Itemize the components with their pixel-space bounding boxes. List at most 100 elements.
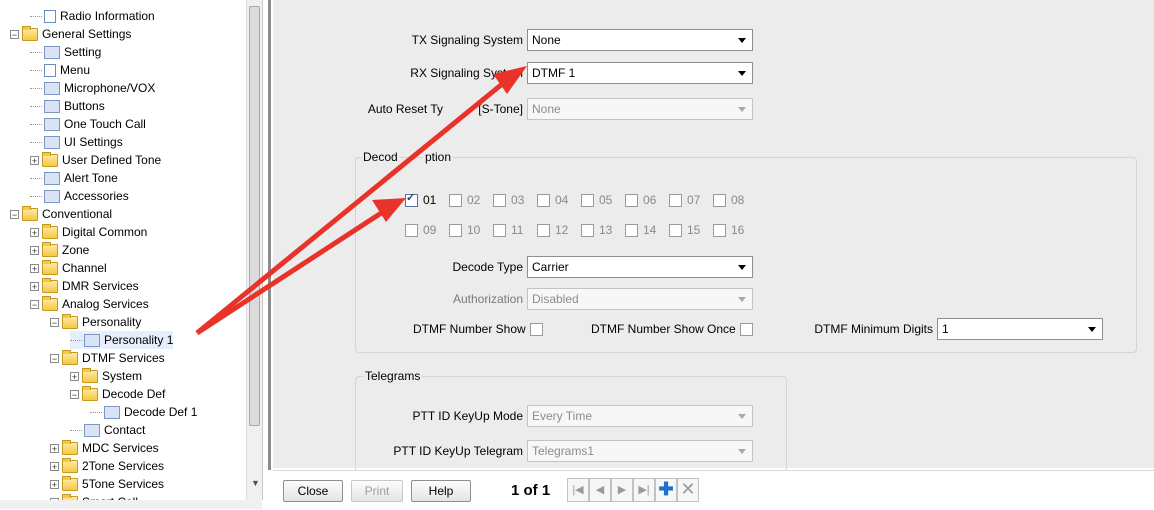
tree-item[interactable]: Accessories (30, 187, 129, 205)
checkbox-box[interactable] (581, 223, 594, 237)
expand-icon[interactable]: + (30, 245, 39, 255)
dtmf-min-digits-select[interactable]: 1 (937, 318, 1103, 340)
expand-icon[interactable]: + (70, 371, 79, 381)
checkbox-box[interactable] (493, 193, 506, 207)
tree-item[interactable]: − Analog Services (30, 295, 149, 313)
tree-item[interactable]: +5Tone Services (50, 475, 164, 493)
collapse-icon[interactable]: − (30, 299, 39, 309)
checkbox-box[interactable] (625, 223, 638, 237)
rx-signaling-select[interactable]: DTMF 1 (527, 62, 753, 84)
tree-item[interactable]: − Conventional (10, 205, 112, 223)
tree-item[interactable]: + MDC Services (50, 439, 159, 457)
checkbox-box[interactable] (669, 193, 682, 207)
tree-item[interactable]: Microphone/VOX (30, 79, 155, 97)
collapse-icon[interactable]: − (10, 209, 19, 219)
expand-icon[interactable]: + (50, 479, 59, 489)
checkbox-box[interactable] (405, 223, 418, 237)
checkbox-box[interactable] (537, 223, 550, 237)
pane-splitter[interactable] (268, 0, 271, 470)
decode-option-checkbox[interactable]: 01 (405, 191, 436, 208)
decode-option-checkbox[interactable]: 05 (581, 192, 612, 208)
checked-box-icon[interactable] (405, 191, 418, 207)
first-page-icon[interactable]: |◀ (567, 478, 589, 502)
checkbox-box[interactable] (669, 223, 682, 237)
decode-option-checkbox[interactable]: 12 (537, 222, 568, 238)
ptt-keyup-telegram-select[interactable]: Telegrams1 (527, 440, 753, 462)
tree-vertical-scrollbar[interactable]: ▼ (246, 0, 262, 500)
tree-item[interactable]: Alert Tone (30, 169, 118, 187)
expand-icon[interactable]: + (30, 281, 39, 291)
tree-item[interactable]: + DMR Services (30, 277, 139, 295)
tree-item[interactable]: + Zone (30, 241, 89, 259)
expand-icon[interactable]: + (50, 443, 59, 453)
next-page-icon[interactable]: ▶ (611, 478, 633, 502)
collapse-icon[interactable]: − (50, 317, 59, 327)
tree-item[interactable]: Buttons (30, 97, 105, 115)
decode-option-checkbox[interactable]: 09 (405, 222, 436, 238)
tree-item[interactable]: Setting (30, 43, 101, 61)
tree-item[interactable]: +Smart Call (50, 493, 138, 500)
decode-type-select[interactable]: Carrier (527, 256, 753, 278)
dtmf-number-show-box[interactable] (529, 322, 543, 336)
decode-option-checkbox[interactable]: 08 (713, 192, 744, 208)
ptt-keyup-mode-select[interactable]: Every Time (527, 405, 753, 427)
expand-icon[interactable]: + (50, 461, 59, 471)
collapse-icon[interactable]: − (50, 353, 59, 363)
decode-option-checkbox[interactable]: 11 (493, 222, 523, 238)
tree-item[interactable]: One Touch Call (30, 115, 146, 133)
decode-option-checkbox[interactable]: 04 (537, 192, 568, 208)
print-button[interactable]: Print (351, 480, 403, 502)
tree-item[interactable]: + System (70, 367, 142, 385)
checkbox-box[interactable] (449, 223, 462, 237)
scroll-down-icon[interactable]: ▼ (251, 478, 260, 488)
help-button[interactable]: Help (411, 480, 471, 502)
decode-option-checkbox[interactable]: 02 (449, 192, 480, 208)
checkbox-box[interactable] (581, 193, 594, 207)
tx-signaling-select[interactable]: None (527, 29, 753, 51)
decode-option-checkbox[interactable]: 14 (625, 222, 656, 238)
collapse-icon[interactable]: − (70, 389, 79, 399)
tree-item[interactable]: Contact (70, 421, 145, 439)
tree-item[interactable]: Radio Information (30, 7, 155, 25)
tree-item[interactable]: − Personality (50, 313, 141, 331)
decode-option-checkbox[interactable]: 03 (493, 192, 524, 208)
add-icon[interactable]: ✚ (655, 478, 677, 502)
dtmf-number-show-once-checkbox[interactable]: DTMF Number Show Once (591, 321, 758, 337)
tree-item[interactable]: +2Tone Services (50, 457, 164, 475)
collapse-icon[interactable]: − (10, 29, 19, 39)
decode-option-checkbox[interactable]: 15 (669, 222, 700, 238)
tree-item[interactable]: − General Settings (10, 25, 131, 43)
prev-page-icon[interactable]: ◀ (589, 478, 611, 502)
checkbox-box[interactable] (449, 193, 462, 207)
close-button[interactable]: Close (283, 480, 343, 502)
decode-option-checkbox[interactable]: 06 (625, 192, 656, 208)
dtmf-number-show-checkbox[interactable]: DTMF Number Show (413, 321, 548, 337)
tree-item[interactable]: + Channel (30, 259, 107, 277)
checkbox-box[interactable] (713, 223, 726, 237)
expand-icon[interactable]: + (30, 155, 39, 165)
tree-item[interactable]: + Digital Common (30, 223, 147, 241)
checkbox-box[interactable] (713, 193, 726, 207)
tree-scroll-thumb[interactable] (249, 6, 260, 426)
tree-item[interactable]: + User Defined Tone (30, 151, 161, 169)
tree-item[interactable]: UI Settings (30, 133, 123, 151)
decode-option-checkbox[interactable]: 07 (669, 192, 700, 208)
checkbox-box[interactable] (537, 193, 550, 207)
delete-icon[interactable]: ✕ (677, 478, 699, 502)
checkbox-box[interactable] (625, 193, 638, 207)
last-page-icon[interactable]: ▶| (633, 478, 655, 502)
tree-item[interactable]: − DTMF Services (50, 349, 165, 367)
auto-reset-select[interactable]: None (527, 98, 753, 120)
tree-item[interactable]: Personality 1 (70, 331, 174, 349)
tree-item[interactable]: Decode Def 1 (90, 403, 197, 421)
tree-item[interactable]: − Decode Def (70, 385, 165, 403)
tree-item[interactable]: Menu (30, 61, 90, 79)
decode-option-checkbox[interactable]: 13 (581, 222, 612, 238)
expand-icon[interactable]: + (30, 227, 39, 237)
decode-option-checkbox[interactable]: 10 (449, 222, 480, 238)
dtmf-number-show-once-box[interactable] (739, 322, 753, 336)
authorization-select[interactable]: Disabled (527, 288, 753, 310)
decode-option-checkbox[interactable]: 16 (713, 222, 744, 238)
checkbox-box[interactable] (493, 223, 506, 237)
expand-icon[interactable]: + (30, 263, 39, 273)
